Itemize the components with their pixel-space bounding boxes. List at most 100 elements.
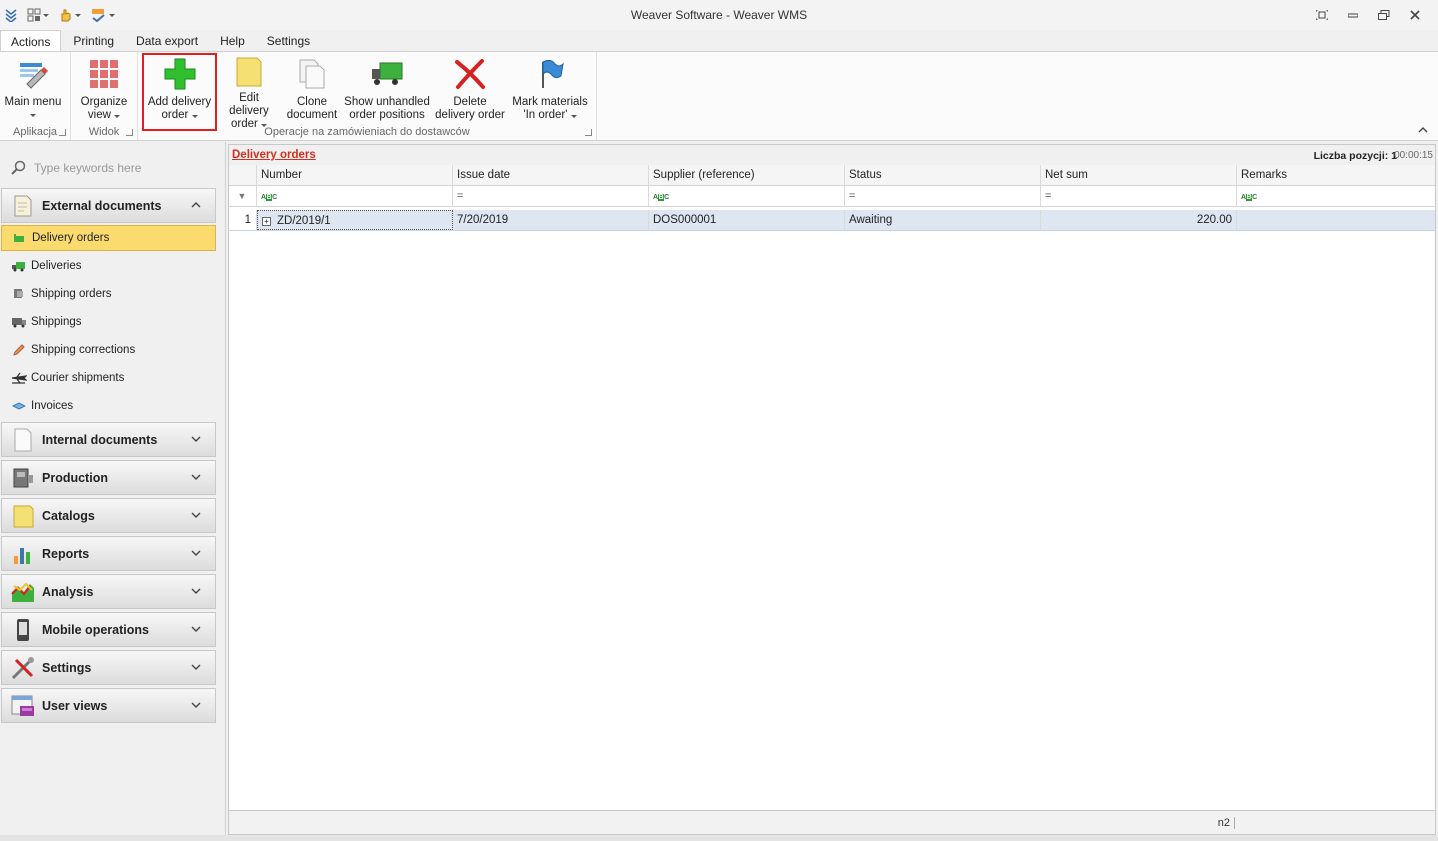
ribbon-group-widok: Organize view Widok — [71, 52, 138, 140]
cell-number[interactable]: + ZD/2019/1 — [257, 210, 453, 230]
filter-number[interactable]: ABC — [257, 186, 453, 206]
group-external-documents[interactable]: External documents — [1, 188, 216, 223]
sidebar-item-shipping-orders[interactable]: Shipping orders — [1, 281, 216, 307]
search-box[interactable]: Type keywords here — [0, 154, 216, 182]
cell-remarks[interactable] — [1237, 210, 1435, 230]
group-analysis[interactable]: Analysis — [1, 574, 216, 609]
cell-issue-date[interactable]: 7/20/2019 — [453, 210, 649, 230]
note-icon — [231, 56, 267, 88]
delete-delivery-order-button[interactable]: Delete delivery order — [434, 56, 506, 126]
sidebar-item-shipping-corrections[interactable]: Shipping corrections — [1, 337, 216, 363]
close-icon[interactable] — [1399, 6, 1430, 24]
group-user-views[interactable]: User views — [1, 688, 216, 723]
show-unhandled-label-1: Show unhandled — [344, 96, 430, 108]
status-bar — [0, 835, 1438, 841]
column-header-supplier[interactable]: Supplier (reference) — [649, 165, 845, 185]
group-internal-documents[interactable]: Internal documents — [1, 422, 216, 457]
main-menu-label: Main menu — [4, 96, 62, 108]
table-row[interactable]: 1 + ZD/2019/1 7/20/2019 DOS000001 Awaitin… — [229, 210, 1435, 231]
bar-chart-icon — [10, 541, 36, 567]
minimize-icon[interactable] — [1337, 6, 1368, 24]
search-placeholder: Type keywords here — [34, 161, 142, 175]
main-menu-icon — [15, 56, 51, 92]
sidebar-item-courier-shipments[interactable]: Courier shipments — [1, 365, 216, 391]
text-filter-icon: ABC — [1241, 194, 1257, 201]
filter-supplier[interactable]: ABC — [649, 186, 845, 206]
red-x-icon — [452, 56, 488, 92]
add-delivery-order-label-1: Add delivery — [147, 96, 212, 108]
delivery-order-icon — [12, 231, 28, 245]
cell-status[interactable]: Awaiting — [845, 210, 1041, 230]
clone-icon — [294, 56, 330, 92]
tab-printing[interactable]: Printing — [63, 30, 124, 52]
expand-icon[interactable]: + — [262, 217, 271, 226]
fullscreen-icon[interactable] — [1306, 6, 1337, 24]
column-header-number[interactable]: Number — [257, 165, 453, 185]
column-header-remarks[interactable]: Remarks — [1237, 165, 1435, 185]
navigation-sidebar: Type keywords here External documents De… — [0, 142, 226, 835]
delete-delivery-order-label-2: delivery order — [435, 109, 505, 121]
mark-materials-label-2: 'In order' — [523, 109, 577, 122]
shipping-truck-icon — [11, 315, 27, 329]
chevron-down-icon — [191, 472, 201, 483]
dialog-launcher-icon[interactable] — [585, 129, 592, 136]
grid-layout-icon — [86, 56, 122, 92]
cell-supplier[interactable]: DOS000001 — [649, 210, 845, 230]
group-reports[interactable]: Reports — [1, 536, 216, 571]
dialog-launcher-icon[interactable] — [126, 129, 133, 136]
filter-status[interactable]: = — [845, 186, 1041, 206]
show-unhandled-button[interactable]: Show unhandled order positions — [343, 56, 431, 126]
view-title-link[interactable]: Delivery orders — [232, 149, 316, 161]
group-catalogs[interactable]: Catalogs — [1, 498, 216, 533]
row-number: 1 — [229, 210, 257, 230]
mark-materials-label-1: Mark materials — [512, 96, 588, 108]
main-menu-button[interactable]: Main menu — [3, 56, 63, 126]
blue-flag-icon — [532, 56, 568, 92]
edit-delivery-order-button[interactable]: Edit delivery order — [218, 56, 280, 130]
tab-help[interactable]: Help — [210, 30, 255, 52]
pencil-icon — [11, 343, 27, 357]
group-mobile-operations[interactable]: Mobile operations — [1, 612, 216, 647]
analysis-chart-icon — [10, 579, 36, 605]
equals-filter-icon: = — [457, 190, 464, 202]
sidebar-item-shippings[interactable]: Shippings — [1, 309, 216, 335]
tab-data-export[interactable]: Data export — [126, 30, 208, 52]
group-production[interactable]: Production — [1, 460, 216, 495]
organize-view-button[interactable]: Organize view — [76, 56, 132, 126]
group-settings[interactable]: Settings — [1, 650, 216, 685]
sidebar-item-invoices[interactable]: Invoices — [1, 393, 216, 419]
chevron-down-icon — [191, 510, 201, 521]
mobile-device-icon — [10, 617, 36, 643]
mark-materials-button[interactable]: Mark materials 'In order' — [512, 56, 588, 126]
cell-net-sum[interactable]: 220.00 — [1041, 210, 1237, 230]
chevron-down-icon — [191, 548, 201, 559]
restore-icon[interactable] — [1368, 6, 1399, 24]
data-grid: Number Issue date Supplier (reference) S… — [229, 165, 1435, 231]
column-header-status[interactable]: Status — [845, 165, 1041, 185]
sidebar-item-delivery-orders[interactable]: Delivery orders — [1, 225, 216, 251]
record-count: Liczba pozycji: 1 — [1313, 150, 1397, 162]
text-filter-icon: ABC — [653, 194, 669, 201]
column-header-net-sum[interactable]: Net sum — [1041, 165, 1237, 185]
equals-filter-icon: = — [1045, 190, 1052, 202]
green-plus-icon — [162, 56, 198, 92]
sidebar-item-deliveries[interactable]: Deliveries — [1, 253, 216, 279]
organize-view-label-1: Organize — [80, 96, 128, 108]
column-header-issue-date[interactable]: Issue date — [453, 165, 649, 185]
dialog-launcher-icon[interactable] — [59, 129, 66, 136]
filter-net-sum[interactable]: = — [1041, 186, 1237, 206]
blank-document-icon — [10, 427, 36, 453]
filter-issue-date[interactable]: = — [453, 186, 649, 206]
footer-summary: n2 — [1218, 817, 1235, 829]
tab-settings[interactable]: Settings — [257, 30, 320, 52]
filter-remarks[interactable]: ABC — [1237, 186, 1435, 206]
collapse-ribbon-icon[interactable] — [1418, 125, 1428, 136]
truck-icon — [11, 259, 27, 273]
clone-document-button[interactable]: Clone document — [283, 56, 341, 126]
add-delivery-order-button[interactable]: Add delivery order — [142, 53, 217, 131]
filter-icon[interactable]: ▼ — [229, 186, 257, 206]
tab-actions[interactable]: Actions — [0, 30, 62, 52]
chevron-down-icon — [191, 434, 201, 445]
ribbon: Main menu Aplikacja Organize view Widok — [0, 51, 1438, 141]
shipping-order-icon — [11, 287, 27, 301]
